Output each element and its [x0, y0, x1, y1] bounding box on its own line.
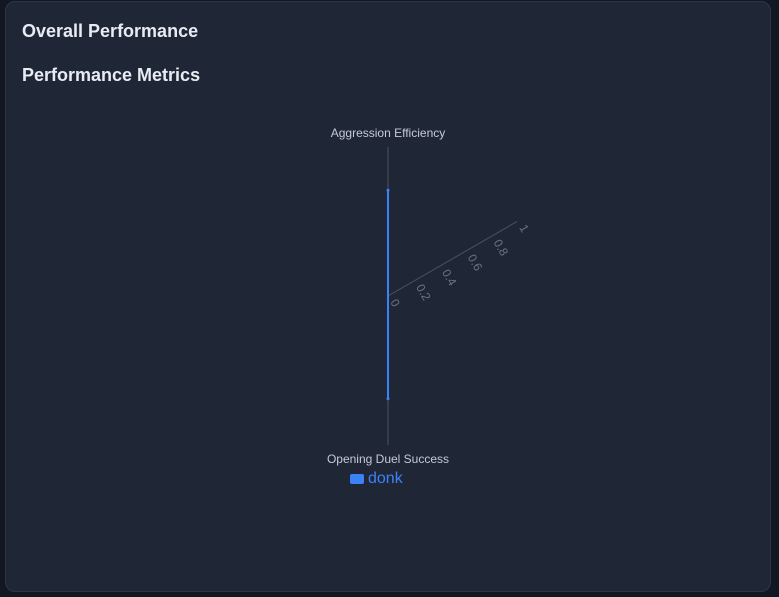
radial-tick-label: 0.2 [413, 282, 434, 304]
legend-swatch [350, 474, 364, 484]
series-point [386, 188, 390, 192]
radar-axis-label: Aggression Efficiency [331, 126, 446, 140]
radial-tick-label: 0.8 [491, 237, 512, 259]
series-point [386, 397, 390, 401]
legend-item-donk[interactable]: donk [350, 470, 403, 488]
radial-tick-label: 1 [516, 222, 532, 235]
radial-tick-label: 0.6 [465, 252, 486, 274]
radial-tick-label: 0 [387, 297, 403, 310]
radar-chart: 0 0.20.40.60.8 1 Aggression Efficiency Openi… [327, 126, 532, 466]
legend-label: donk [368, 470, 403, 487]
radial-tick-label: 0.4 [439, 267, 460, 289]
radar-axis-label: Opening Duel Success [327, 452, 449, 466]
